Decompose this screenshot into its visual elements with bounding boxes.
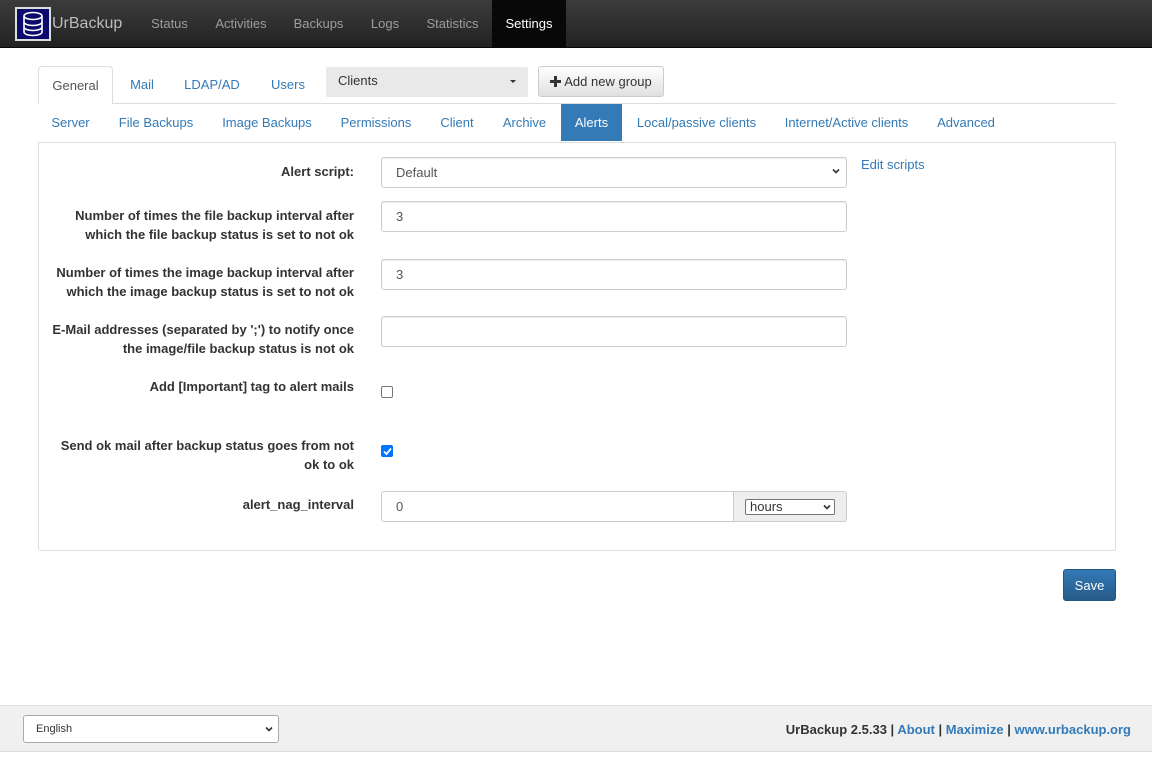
save-button[interactable]: Save [1063, 569, 1116, 601]
caret-down-icon [510, 80, 516, 83]
subtab-alerts[interactable]: Alerts [561, 104, 622, 141]
alert-sub-tabs: Server File Backups Image Backups Permis… [38, 104, 1116, 141]
important-tag-checkbox[interactable] [381, 386, 393, 398]
brand[interactable]: UrBackup [15, 7, 122, 41]
chevron-down-icon [265, 726, 273, 732]
subtab-image-backups[interactable]: Image Backups [208, 104, 326, 141]
image-backup-interval-label: Number of times the image backup interva… [56, 265, 354, 299]
checkmark-icon [383, 447, 392, 456]
alert-nag-interval-label: alert_nag_interval [242, 497, 354, 512]
file-backup-interval-label: Number of times the file backup interval… [75, 208, 354, 242]
maximize-link[interactable]: Maximize [946, 722, 1004, 737]
subtab-server[interactable]: Server [38, 104, 103, 141]
language-select[interactable]: English [23, 715, 279, 743]
email-addresses-label: E-Mail addresses (separated by ';') to n… [52, 322, 354, 356]
language-value: English [36, 723, 73, 735]
nav-statistics[interactable]: Statistics [413, 0, 492, 47]
email-addresses-input[interactable] [381, 316, 847, 347]
alert-script-value: Default [396, 165, 438, 180]
nav-backups[interactable]: Backups [280, 0, 357, 47]
send-ok-mail-label: Send ok mail after backup status goes fr… [60, 438, 354, 472]
nag-interval-unit-addon: hours [733, 491, 847, 522]
footer: English UrBackup 2.5.33 | About | Maximi… [0, 705, 1152, 752]
subtab-internet-active-clients[interactable]: Internet/Active clients [771, 104, 922, 141]
nav-activities[interactable]: Activities [202, 0, 280, 47]
subtab-advanced[interactable]: Advanced [922, 104, 1010, 141]
footer-separator: | [1007, 722, 1011, 737]
nav-logs[interactable]: Logs [357, 0, 413, 47]
important-tag-label: Add [Important] tag to alert mails [149, 379, 354, 394]
add-new-group-label: Add new group [564, 74, 652, 89]
image-backup-interval-input[interactable]: 3 [381, 259, 847, 290]
website-link[interactable]: www.urbackup.org [1014, 722, 1131, 737]
group-select[interactable]: Clients [326, 67, 528, 97]
subtab-file-backups[interactable]: File Backups [104, 104, 208, 141]
brand-name: UrBackup [52, 15, 123, 32]
alert-script-select[interactable]: Default [381, 157, 847, 188]
tab-users[interactable]: Users [257, 66, 319, 104]
version-text: UrBackup 2.5.33 | [785, 722, 895, 737]
send-ok-mail-checkbox[interactable] [381, 445, 393, 457]
nag-interval-unit-value: hours [750, 499, 783, 514]
plus-icon [550, 76, 562, 87]
tab-ldap-ad[interactable]: LDAP/AD [171, 66, 253, 104]
nag-interval-unit-select[interactable]: hours [745, 499, 835, 515]
top-navbar: UrBackup Status Activities Backups Logs … [0, 0, 1152, 48]
chevron-down-icon [832, 168, 840, 174]
database-icon [15, 7, 51, 41]
add-new-group-button[interactable]: Add new group [538, 66, 664, 97]
footer-links: UrBackup 2.5.33 | About | Maximize | www… [786, 722, 1131, 737]
group-select-value: Clients [338, 73, 378, 88]
nav-status[interactable]: Status [137, 0, 202, 47]
subtab-archive[interactable]: Archive [488, 104, 561, 141]
about-link[interactable]: About [897, 722, 935, 737]
tab-general[interactable]: General [38, 66, 113, 105]
subtab-permissions[interactable]: Permissions [326, 104, 426, 141]
subtab-local-passive-clients[interactable]: Local/passive clients [622, 104, 771, 141]
alert-nag-interval-input[interactable]: 0 [381, 491, 734, 522]
subtab-client[interactable]: Client [426, 104, 488, 141]
chevron-down-icon [823, 504, 831, 510]
footer-separator: | [938, 722, 943, 737]
alert-script-label: Alert script: [281, 164, 354, 179]
tab-mail[interactable]: Mail [117, 66, 167, 104]
edit-scripts-link[interactable]: Edit scripts [861, 157, 925, 172]
file-backup-interval-input[interactable]: 3 [381, 201, 847, 232]
nav-settings[interactable]: Settings [492, 0, 566, 47]
